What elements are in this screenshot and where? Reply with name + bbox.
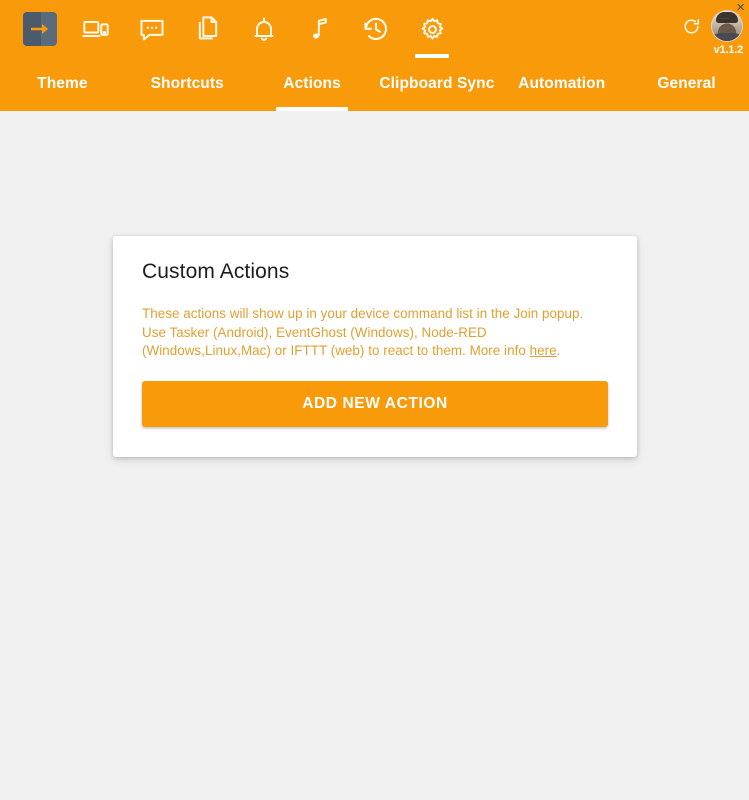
card-description-text: These actions will show up in your devic… [142,306,584,358]
refresh-icon[interactable] [677,12,705,40]
tab-clipboard-sync-label: Clipboard Sync [379,75,495,92]
tab-general[interactable]: General [624,61,749,111]
tab-general-label: General [657,75,716,92]
music-note-icon[interactable] [292,2,348,56]
tab-shortcuts-label: Shortcuts [150,75,224,92]
close-button[interactable]: × [736,0,745,15]
header-icon-row [0,0,749,58]
add-new-action-button[interactable]: ADD NEW ACTION [142,380,608,427]
tab-clipboard-sync[interactable]: Clipboard Sync [374,61,499,111]
avatar-shoulders [712,33,742,41]
tab-theme[interactable]: Theme [0,61,125,111]
minimize-button[interactable]: _ [720,4,729,20]
more-info-link[interactable]: here [530,343,557,358]
join-logo-icon[interactable] [12,2,68,56]
main-content: Custom Actions These actions will show u… [0,111,749,800]
version-label: v1.1.2 [713,44,744,56]
history-icon[interactable] [348,2,404,56]
devices-icon[interactable] [68,2,124,56]
card-description-tail: . [556,343,561,358]
gear-icon[interactable] [404,2,460,58]
tab-automation-label: Automation [518,75,606,92]
chat-icon[interactable] [124,2,180,56]
tab-shortcuts[interactable]: Shortcuts [125,61,250,111]
bell-icon[interactable] [236,2,292,56]
tab-bar: Theme Shortcuts Actions Clipboard Sync A… [0,61,749,111]
app-header: _ × v1.1.2 Theme Shortcuts Actions Clipb… [0,0,749,111]
tab-theme-label: Theme [37,75,88,92]
gear-active-indicator [415,54,449,58]
custom-actions-card: Custom Actions These actions will show u… [113,236,637,457]
files-icon[interactable] [180,2,236,56]
page-title: Custom Actions [142,260,290,283]
tab-automation[interactable]: Automation [499,61,624,111]
join-logo-box [23,12,57,46]
tab-actions[interactable]: Actions [250,61,375,111]
window-controls: _ × [720,0,745,20]
tab-actions-label: Actions [283,75,341,92]
card-description: These actions will show up in your devic… [142,305,608,361]
